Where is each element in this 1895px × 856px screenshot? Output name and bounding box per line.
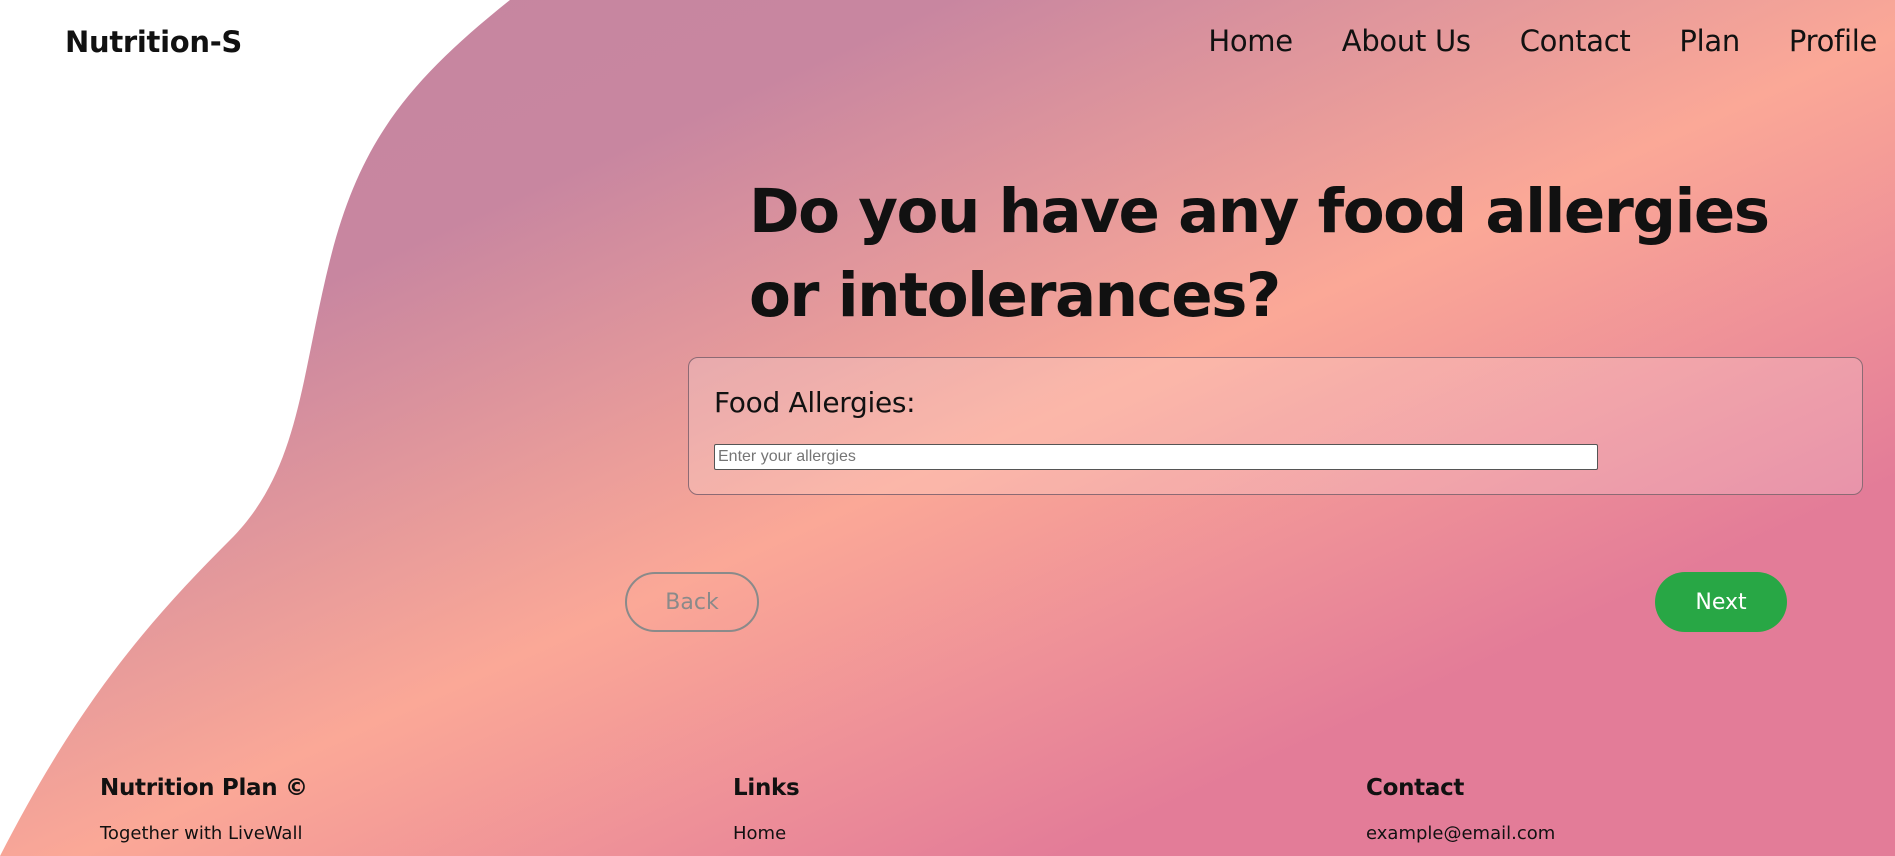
footer-links: Links Home	[733, 775, 800, 844]
footer-link-home[interactable]: Home	[733, 823, 786, 844]
site-logo[interactable]: Nutrition-S	[65, 25, 242, 59]
next-button[interactable]: Next	[1655, 572, 1787, 632]
allergies-form-panel: Food Allergies:	[688, 357, 1863, 495]
nav-about-us[interactable]: About Us	[1342, 24, 1471, 58]
main-nav: Home About Us Contact Plan Profile	[1208, 24, 1877, 58]
footer-brand-text: Together with LiveWall	[100, 823, 303, 844]
footer-brand-title: Nutrition Plan ©	[100, 775, 308, 801]
nav-home[interactable]: Home	[1208, 24, 1293, 58]
nav-profile[interactable]: Profile	[1789, 24, 1877, 58]
question-title: Do you have any food allergies or intole…	[749, 176, 1770, 331]
nav-contact[interactable]: Contact	[1520, 24, 1631, 58]
footer-contact-email[interactable]: example@email.com	[1366, 823, 1555, 844]
nav-plan[interactable]: Plan	[1679, 24, 1740, 58]
footer-contact: Contact example@email.com	[1366, 775, 1555, 844]
food-allergies-label: Food Allergies:	[714, 386, 916, 419]
allergies-input[interactable]	[714, 444, 1598, 470]
footer-brand: Nutrition Plan © Together with LiveWall	[100, 775, 308, 844]
footer-contact-title: Contact	[1366, 775, 1465, 801]
footer-links-title: Links	[733, 775, 800, 801]
back-button[interactable]: Back	[625, 572, 759, 632]
